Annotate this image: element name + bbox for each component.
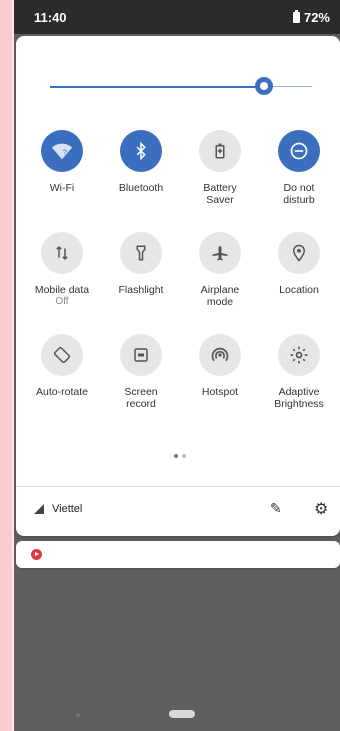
tile-mobile-data[interactable]: Mobile data Off	[22, 232, 102, 308]
tile-label: Wi-Fi	[49, 182, 75, 194]
battery-icon	[292, 10, 300, 23]
app-notification-icon	[31, 549, 42, 560]
brightness-slider-rest	[270, 86, 312, 87]
brightness-slider-thumb[interactable]	[255, 77, 273, 95]
carrier-name: Viettel	[52, 503, 83, 515]
tile-label: Mobile data	[34, 284, 90, 296]
tile-location[interactable]: Location	[259, 232, 339, 296]
adaptive-brightness-icon	[278, 334, 320, 376]
location-icon	[278, 232, 320, 274]
battery-percent: 72%	[303, 10, 330, 25]
settings-gear-icon[interactable]: ⚙	[314, 499, 330, 518]
divider	[16, 486, 340, 487]
edit-icon[interactable]: ✎	[270, 500, 284, 516]
battery-indicator: 72%	[292, 10, 330, 25]
tile-adaptive-brightness[interactable]: Adaptive Brightness	[259, 334, 339, 410]
bluetooth-icon	[120, 130, 162, 172]
tile-hotspot[interactable]: Hotspot	[180, 334, 260, 398]
tile-label: Battery Saver	[203, 182, 237, 206]
tile-screen-record[interactable]: Screen record	[101, 334, 181, 410]
tile-auto-rotate[interactable]: Auto-rotate	[22, 334, 102, 398]
tile-label: Auto-rotate	[36, 386, 88, 398]
brightness-slider-track[interactable]	[50, 86, 260, 88]
back-gesture-hint	[76, 713, 80, 717]
mobile-data-icon	[41, 232, 83, 274]
tile-sublabel: Off	[55, 296, 69, 307]
tile-bluetooth[interactable]: Bluetooth	[101, 130, 181, 194]
tile-airplane-mode[interactable]: Airplane mode	[180, 232, 260, 308]
home-handle[interactable]	[169, 710, 195, 718]
tile-do-not-disturb[interactable]: Do not disturb	[259, 130, 339, 206]
battery-saver-icon	[199, 130, 241, 172]
status-time: 11:40	[34, 10, 67, 25]
page-indicator	[174, 454, 186, 458]
status-bar: 11:40 72%	[14, 0, 340, 34]
signal-icon	[34, 504, 44, 514]
page-dot-active	[174, 454, 178, 458]
flashlight-icon	[120, 232, 162, 274]
tile-label: Flashlight	[118, 284, 164, 296]
tile-flashlight[interactable]: Flashlight	[101, 232, 181, 296]
page-dot	[182, 454, 186, 458]
tile-label: Airplane mode	[200, 284, 240, 308]
hotspot-icon	[199, 334, 241, 376]
carrier-info: Viettel	[34, 503, 82, 515]
notification-card[interactable]	[16, 541, 340, 568]
airplane-icon	[199, 232, 241, 274]
tile-wifi[interactable]: ? Wi-Fi	[22, 130, 102, 194]
quick-settings-panel: ? Wi-Fi Bluetooth Battery Saver Do not d…	[16, 36, 340, 536]
tile-battery-saver[interactable]: Battery Saver	[180, 130, 260, 206]
auto-rotate-icon	[41, 334, 83, 376]
tile-label: Do not disturb	[283, 182, 315, 206]
tile-label: Location	[279, 284, 319, 296]
tile-label: Hotspot	[201, 386, 239, 398]
svg-text:?: ?	[63, 148, 67, 157]
tile-label: Bluetooth	[118, 182, 164, 194]
wifi-question-icon: ?	[41, 130, 83, 172]
do-not-disturb-icon	[278, 130, 320, 172]
tile-label: Adaptive Brightness	[274, 386, 324, 410]
screen-record-icon	[120, 334, 162, 376]
tile-label: Screen record	[124, 386, 158, 410]
